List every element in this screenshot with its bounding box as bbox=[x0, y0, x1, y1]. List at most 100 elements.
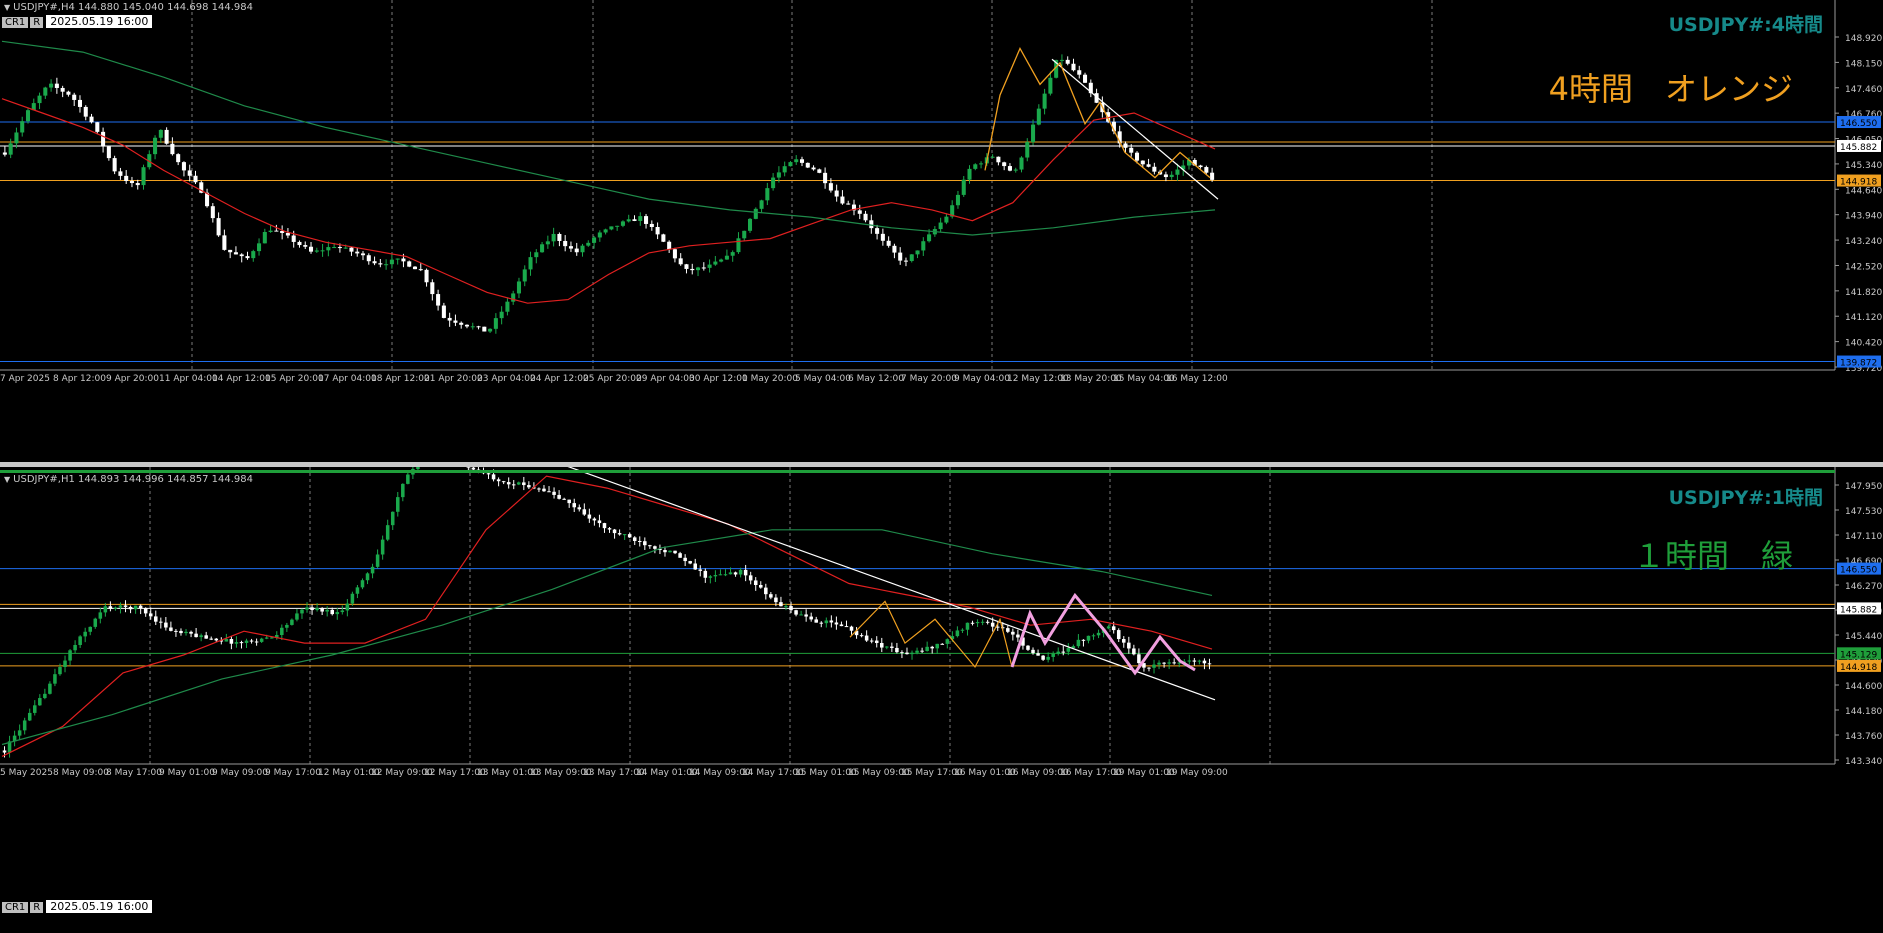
price-tick-label: 143.760 bbox=[1845, 732, 1882, 742]
candle-body bbox=[343, 247, 348, 249]
candle-body bbox=[315, 607, 319, 611]
h1-symbol-header: ▼ USDJPY#,H1 144.893 144.996 144.857 144.… bbox=[4, 474, 253, 485]
candle-body bbox=[209, 638, 213, 640]
h4-note: 4時間 オレンジ bbox=[1548, 70, 1793, 108]
candle-body bbox=[384, 264, 389, 266]
price-label: 146.550 bbox=[1840, 566, 1877, 576]
candle-body bbox=[612, 529, 617, 534]
candle-body bbox=[1187, 660, 1192, 662]
candle-body bbox=[58, 667, 62, 675]
candle-body bbox=[77, 99, 83, 107]
candle-body bbox=[179, 630, 183, 634]
candle-body bbox=[108, 606, 113, 609]
candle-body bbox=[859, 635, 864, 637]
time-label: 21 Apr 20:00 bbox=[424, 374, 483, 384]
h4-time-badge: CR1 R 2025.05.19 16:00 bbox=[2, 15, 153, 28]
candle-body bbox=[274, 230, 279, 232]
candle-body bbox=[233, 252, 238, 255]
time-label: 6 May 12:00 bbox=[848, 374, 904, 384]
candle-body bbox=[486, 473, 491, 475]
candle-body bbox=[678, 553, 682, 558]
candle-body bbox=[900, 652, 904, 654]
candle-body bbox=[216, 218, 221, 236]
candle-body bbox=[189, 631, 193, 634]
candle-body bbox=[811, 167, 816, 170]
candle-body bbox=[466, 467, 471, 468]
candle-body bbox=[1157, 662, 1161, 665]
h1-chart-panel[interactable]: 148.790148.370147.950147.530147.110146.6… bbox=[0, 467, 1883, 933]
candle-body bbox=[314, 250, 319, 252]
candle-body bbox=[370, 566, 375, 574]
candle-body bbox=[1081, 639, 1086, 641]
candle-body bbox=[1123, 143, 1128, 148]
candle-body bbox=[1162, 662, 1166, 664]
zigzag-orange bbox=[984, 47, 1211, 179]
candle-body bbox=[542, 488, 546, 492]
candle-body bbox=[401, 483, 405, 498]
candle-body bbox=[390, 511, 395, 526]
candle-body bbox=[696, 267, 701, 271]
candle-body bbox=[869, 640, 874, 642]
candle-body bbox=[701, 267, 706, 269]
candle-body bbox=[990, 622, 995, 627]
candle-body bbox=[88, 626, 92, 632]
candle-body bbox=[528, 257, 533, 270]
candle-body bbox=[129, 181, 134, 184]
h1-top-border bbox=[0, 470, 1835, 473]
candle-body bbox=[72, 94, 77, 100]
candle-body bbox=[563, 240, 568, 247]
candle-body bbox=[730, 252, 735, 256]
candle-body bbox=[164, 622, 168, 628]
time-label: 8 Apr 12:00 bbox=[53, 374, 106, 384]
candle-body bbox=[895, 647, 899, 653]
chevron-down-icon[interactable]: ▼ bbox=[4, 475, 10, 484]
candle-body bbox=[257, 243, 262, 252]
candle-body bbox=[95, 122, 100, 132]
candle-body bbox=[1025, 142, 1030, 158]
candle-body bbox=[349, 247, 354, 252]
candle-body bbox=[1210, 172, 1215, 180]
candle-body bbox=[335, 612, 340, 615]
candle-body bbox=[103, 606, 108, 613]
candle-body bbox=[719, 259, 724, 262]
candle-body bbox=[938, 222, 943, 230]
candle-body bbox=[54, 83, 59, 88]
price-label: 145.882 bbox=[1840, 143, 1877, 153]
candle-body bbox=[1202, 660, 1207, 664]
candle-body bbox=[290, 619, 294, 625]
price-tick-label: 147.530 bbox=[1845, 507, 1882, 517]
candle-body bbox=[996, 156, 1001, 163]
candle-body bbox=[638, 216, 643, 221]
candle-body bbox=[638, 540, 642, 542]
candle-body bbox=[921, 241, 926, 251]
candle-body bbox=[1086, 635, 1091, 641]
candle-body bbox=[280, 627, 284, 635]
candle-body bbox=[505, 301, 510, 312]
candle-body bbox=[552, 491, 556, 495]
h4-ohlc-text: USDJPY#,H4 144.880 145.040 144.698 144.9… bbox=[13, 2, 253, 13]
price-tick-label: 146.270 bbox=[1845, 582, 1882, 592]
candle-body bbox=[14, 132, 19, 144]
candle-body bbox=[708, 576, 713, 578]
h1-note: １時間 緑 bbox=[1632, 537, 1793, 575]
candle-body bbox=[805, 162, 810, 168]
candle-body bbox=[1076, 639, 1081, 647]
candle-body bbox=[880, 233, 885, 241]
candle-body bbox=[164, 129, 169, 144]
candle-body bbox=[143, 608, 148, 614]
candle-body bbox=[522, 482, 526, 486]
candle-body bbox=[262, 232, 267, 244]
candle-body bbox=[418, 269, 423, 271]
cr-badge: CR1 bbox=[2, 17, 29, 28]
candle-body bbox=[789, 606, 793, 611]
candle-body bbox=[345, 603, 350, 611]
candle-body bbox=[1152, 664, 1156, 668]
price-label: 139.872 bbox=[1840, 359, 1877, 369]
candle-body bbox=[176, 154, 181, 163]
candle-body bbox=[776, 172, 781, 178]
candle-body bbox=[915, 250, 920, 255]
chevron-down-icon[interactable]: ▼ bbox=[4, 3, 10, 12]
candle-body bbox=[430, 282, 435, 295]
candle-body bbox=[204, 635, 208, 639]
h4-chart-panel[interactable]: 148.920148.150147.460146.760146.050145.3… bbox=[0, 0, 1883, 462]
